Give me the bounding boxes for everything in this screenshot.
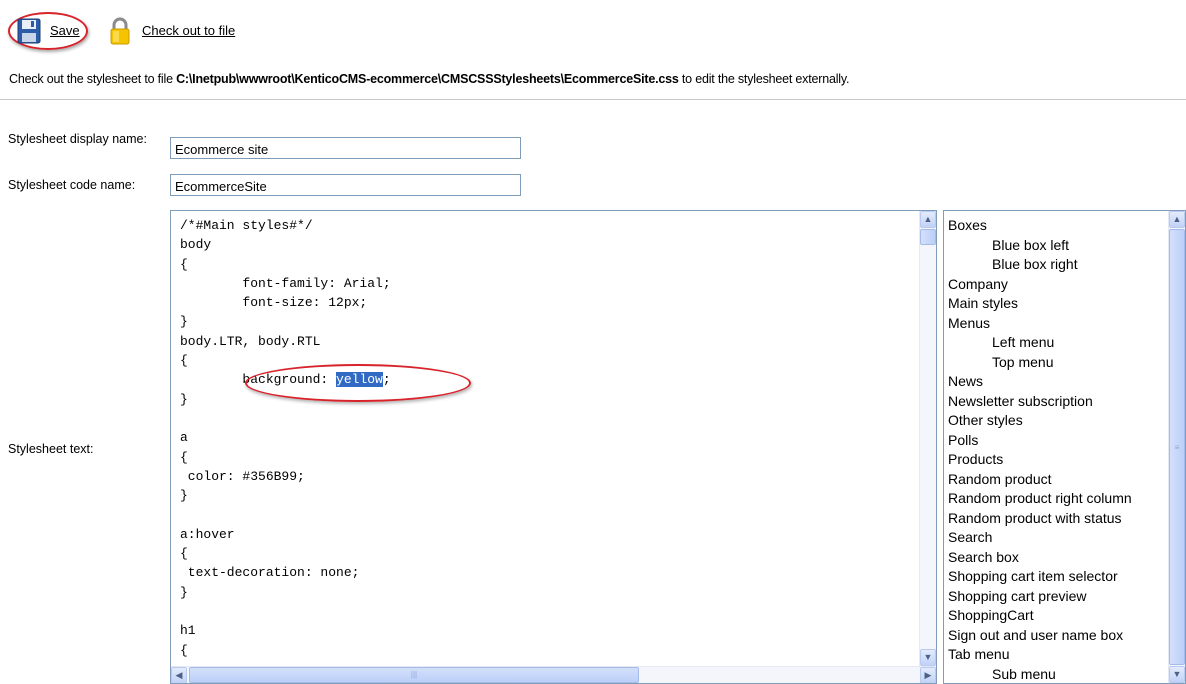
- stylesheet-text-label: Stylesheet text:: [8, 442, 94, 456]
- style-list-item[interactable]: Company: [948, 275, 1132, 295]
- editor-horizontal-scrollbar[interactable]: ◀ ||| ▶: [171, 666, 936, 683]
- style-list-item[interactable]: Top menu: [948, 353, 1132, 373]
- style-list-item[interactable]: Blue box left: [948, 236, 1132, 256]
- editor-vertical-scrollbar[interactable]: ▲ ▼: [919, 211, 936, 666]
- checkout-info-text: Check out the stylesheet to file C:\Inet…: [9, 72, 849, 86]
- style-list-item[interactable]: Shopping cart preview: [948, 587, 1132, 607]
- style-list-item[interactable]: Sub menu: [948, 665, 1132, 684]
- list-vertical-scrollbar[interactable]: ▲ ≡ ▼: [1168, 211, 1185, 683]
- style-list-item[interactable]: Left menu: [948, 333, 1132, 353]
- editor-vertical-scroll-thumb[interactable]: [920, 229, 936, 245]
- style-list-item[interactable]: Random product with status: [948, 509, 1132, 529]
- display-name-label: Stylesheet display name:: [8, 132, 147, 146]
- info-file-path: C:\Inetpub\wwwroot\KenticoCMS-ecommerce\…: [176, 72, 679, 86]
- scroll-right-button[interactable]: ▶: [920, 667, 936, 683]
- code-content[interactable]: /*#Main styles#*/ body { font-family: Ar…: [180, 216, 391, 660]
- info-suffix: to edit the stylesheet externally.: [678, 72, 850, 86]
- padlock-icon[interactable]: [109, 17, 131, 45]
- style-sections-list[interactable]: Boxes Blue box left Blue box right Company M…: [943, 210, 1186, 684]
- display-name-input[interactable]: [170, 137, 521, 159]
- code-before: /*#Main styles#*/ body { font-family: Ar…: [180, 218, 391, 388]
- style-list-item[interactable]: Random product right column: [948, 489, 1132, 509]
- list-scroll-up-button[interactable]: ▲: [1169, 211, 1185, 228]
- divider: [0, 99, 1186, 100]
- style-list-item[interactable]: Search: [948, 528, 1132, 548]
- style-list-item[interactable]: Newsletter subscription: [948, 392, 1132, 412]
- style-list-item[interactable]: Shopping cart item selector: [948, 567, 1132, 587]
- list-scroll-down-button[interactable]: ▼: [1169, 666, 1185, 683]
- style-list-item[interactable]: ShoppingCart: [948, 606, 1132, 626]
- scroll-left-button[interactable]: ◀: [171, 667, 187, 683]
- style-list-item[interactable]: Tab menu: [948, 645, 1132, 665]
- style-list-item[interactable]: Sign out and user name box: [948, 626, 1132, 646]
- style-list-item[interactable]: Main styles: [948, 294, 1132, 314]
- selected-text[interactable]: yellow: [336, 372, 383, 388]
- info-prefix: Check out the stylesheet to file: [9, 72, 177, 86]
- editor-horizontal-scroll-thumb[interactable]: |||: [189, 667, 639, 683]
- style-sections-items: Boxes Blue box left Blue box right Company M…: [948, 216, 1132, 684]
- style-list-item[interactable]: Other styles: [948, 411, 1132, 431]
- style-list-item[interactable]: Products: [948, 450, 1132, 470]
- scroll-up-button[interactable]: ▲: [920, 211, 936, 228]
- style-list-item[interactable]: Polls: [948, 431, 1132, 451]
- floppy-disk-icon[interactable]: [17, 18, 41, 44]
- toolbar: Save Check out to file: [0, 0, 1186, 64]
- style-list-item[interactable]: Menus: [948, 314, 1132, 334]
- stylesheet-text-editor[interactable]: /*#Main styles#*/ body { font-family: Ar…: [170, 210, 937, 684]
- style-list-item[interactable]: Random product: [948, 470, 1132, 490]
- check-out-to-file-link[interactable]: Check out to file: [142, 23, 235, 38]
- style-list-item[interactable]: Search box: [948, 548, 1132, 568]
- style-list-item[interactable]: News: [948, 372, 1132, 392]
- code-name-label: Stylesheet code name:: [8, 178, 136, 192]
- style-list-item[interactable]: Boxes: [948, 216, 1132, 236]
- code-after: ; } a { color: #356B99; } a:hover { text…: [180, 372, 391, 658]
- style-list-item[interactable]: Blue box right: [948, 255, 1132, 275]
- save-button[interactable]: Save: [50, 23, 80, 38]
- code-name-input[interactable]: [170, 174, 521, 196]
- list-vertical-scroll-thumb[interactable]: ≡: [1169, 229, 1185, 665]
- scroll-down-button[interactable]: ▼: [920, 649, 936, 666]
